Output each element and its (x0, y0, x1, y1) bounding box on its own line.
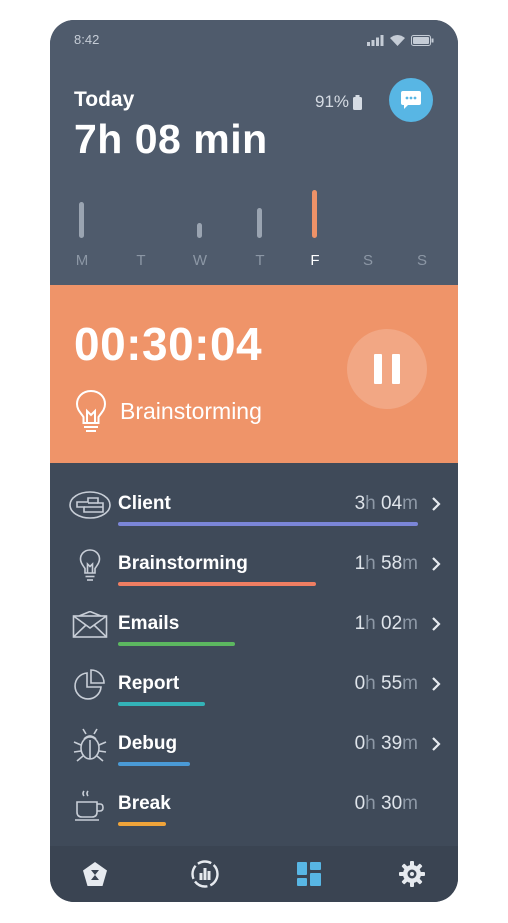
task-duration: 3h 04m (354, 493, 418, 514)
task-progress-bar (118, 822, 166, 826)
week-day-label: T (255, 252, 265, 269)
week-day-1[interactable]: T (121, 180, 161, 275)
task-progress-bar (118, 762, 190, 766)
timer-task: Brainstorming (74, 389, 262, 433)
task-duration: 0h 55m (354, 673, 418, 694)
hourglass-icon (81, 861, 109, 887)
today-label: Today (74, 88, 135, 111)
nav-gear[interactable] (387, 856, 437, 892)
status-icons (367, 35, 434, 46)
gear-icon (398, 860, 426, 888)
chat-button[interactable] (389, 78, 433, 122)
week-day-bar (197, 222, 202, 238)
task-name: Break (118, 793, 171, 814)
chevron-right-icon (432, 497, 441, 511)
task-name: Debug (118, 733, 178, 754)
dashboard-icon (296, 861, 322, 887)
header: 8:42 Today 7h 08 min 91% M T W T F S S (50, 20, 458, 285)
pie-chart-icon (68, 668, 112, 702)
chevron-right-icon (432, 677, 441, 691)
week-day-3[interactable]: T (240, 180, 280, 275)
chevron-right-icon (432, 617, 441, 631)
bottom-nav (50, 846, 458, 902)
week-day-6[interactable]: S (402, 180, 442, 275)
lightbulb-icon (75, 389, 107, 432)
nav-dashboard[interactable] (284, 856, 334, 892)
envelope-icon (68, 608, 112, 642)
pause-icon (374, 354, 382, 384)
week-day-0[interactable]: M (62, 180, 102, 275)
wifi-icon (390, 35, 405, 46)
task-duration: 0h 39m (354, 733, 418, 754)
task-duration: 1h 02m (354, 613, 418, 634)
task-name: Report (118, 673, 180, 694)
battery-percent: 91% (315, 92, 350, 111)
task-progress-bar (118, 582, 316, 586)
timer-value: 00:30:04 (74, 318, 263, 370)
week-day-bar (257, 208, 262, 238)
battery-vertical-icon (353, 94, 363, 110)
week-day-label: F (310, 252, 320, 269)
task-progress-bar (118, 522, 418, 526)
chevron-right-icon (432, 737, 441, 751)
bug-icon (68, 728, 112, 762)
task-row-emails[interactable]: Emails 1h 02m (50, 600, 458, 660)
task-duration: 0h 30m (354, 793, 418, 814)
pause-button[interactable] (347, 329, 427, 409)
task-row-client[interactable]: Client 3h 04m (50, 480, 458, 540)
status-bar: 8:42 (50, 20, 458, 60)
stats-icon (190, 859, 220, 889)
phone-screen: 8:42 Today 7h 08 min 91% M T W T F S S 0… (50, 20, 458, 902)
week-day-5[interactable]: S (348, 180, 388, 275)
task-row-brainstorming[interactable]: Brainstorming 1h 58m (50, 540, 458, 600)
lightbulb-icon (68, 548, 112, 582)
coffee-icon (68, 788, 112, 822)
week-day-4[interactable]: F (295, 180, 335, 275)
week-day-label: T (136, 252, 146, 269)
chat-bubble-icon (401, 91, 421, 109)
status-time: 8:42 (74, 32, 100, 47)
week-day-label: S (416, 252, 427, 269)
week-chart: MTWTFSS (50, 180, 458, 275)
week-day-label: S (362, 252, 373, 269)
week-day-bar (79, 202, 84, 238)
active-timer: 00:30:04 Brainstorming (50, 285, 458, 463)
client-icon (68, 488, 112, 522)
battery-icon (411, 35, 434, 46)
task-row-report[interactable]: Report 0h 55m (50, 660, 458, 720)
nav-hourglass[interactable] (70, 856, 120, 892)
today-total: 7h 08 min (74, 116, 268, 162)
task-row-break[interactable]: Break 0h 30m (50, 780, 458, 840)
task-progress-bar (118, 642, 235, 646)
week-day-label: W (192, 252, 208, 269)
task-duration: 1h 58m (354, 553, 418, 574)
task-row-debug[interactable]: Debug 0h 39m (50, 720, 458, 780)
week-day-bar (312, 190, 317, 238)
task-name: Client (118, 493, 171, 514)
timer-task-name: Brainstorming (120, 397, 262, 424)
chevron-right-icon (432, 557, 441, 571)
week-day-2[interactable]: W (180, 180, 220, 275)
battery-level: 91% (315, 92, 363, 112)
task-name: Brainstorming (118, 553, 248, 574)
nav-stats[interactable] (180, 856, 230, 892)
week-day-label: M (75, 252, 89, 269)
task-name: Emails (118, 613, 180, 634)
task-progress-bar (118, 702, 205, 706)
signal-icon (367, 35, 384, 46)
